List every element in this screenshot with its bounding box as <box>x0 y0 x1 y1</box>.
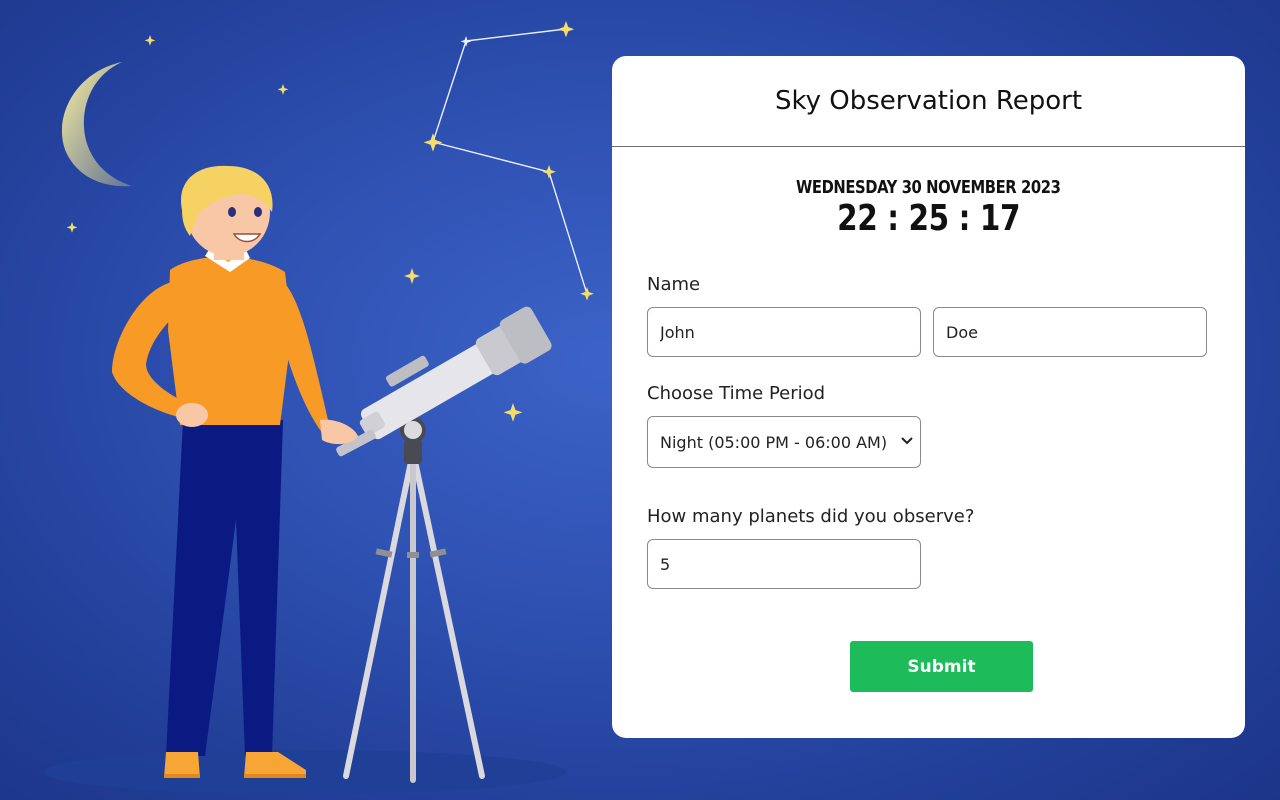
current-time: 22 : 25 : 17 <box>836 198 1021 239</box>
planets-group: How many planets did you observe? <box>647 506 1210 589</box>
stargazer-illustration <box>43 21 594 794</box>
datetime-display: Wednesday 30 November 2023 22 : 25 : 17 <box>612 177 1245 239</box>
time-period-group: Choose Time Period Night (05:00 PM - 06:… <box>647 383 1210 468</box>
card-header: Sky Observation Report <box>612 56 1245 147</box>
observation-form: Name Choose Time Period Night (05:00 PM … <box>647 274 1210 589</box>
current-date: Wednesday 30 November 2023 <box>796 177 1061 198</box>
time-period-value[interactable]: Night (05:00 PM - 06:00 AM) <box>647 416 921 468</box>
time-period-label: Choose Time Period <box>647 383 826 404</box>
planets-count-input[interactable] <box>647 539 921 589</box>
last-name-input[interactable] <box>933 307 1207 357</box>
person-figure <box>112 165 358 778</box>
submit-button[interactable]: Submit <box>850 641 1033 692</box>
chevron-down-icon <box>901 437 913 445</box>
report-card: Sky Observation Report Wednesday 30 Nove… <box>612 56 1245 738</box>
planets-label: How many planets did you observe? <box>647 506 975 527</box>
telescope <box>336 306 552 783</box>
first-name-input[interactable] <box>647 307 921 357</box>
name-group: Name <box>647 274 1210 357</box>
moon-icon <box>61 62 132 187</box>
page-title: Sky Observation Report <box>774 86 1083 116</box>
time-period-select[interactable]: Night (05:00 PM - 06:00 AM) <box>647 416 921 468</box>
name-label: Name <box>647 274 701 295</box>
name-row <box>647 307 1210 357</box>
constellation <box>432 28 588 295</box>
